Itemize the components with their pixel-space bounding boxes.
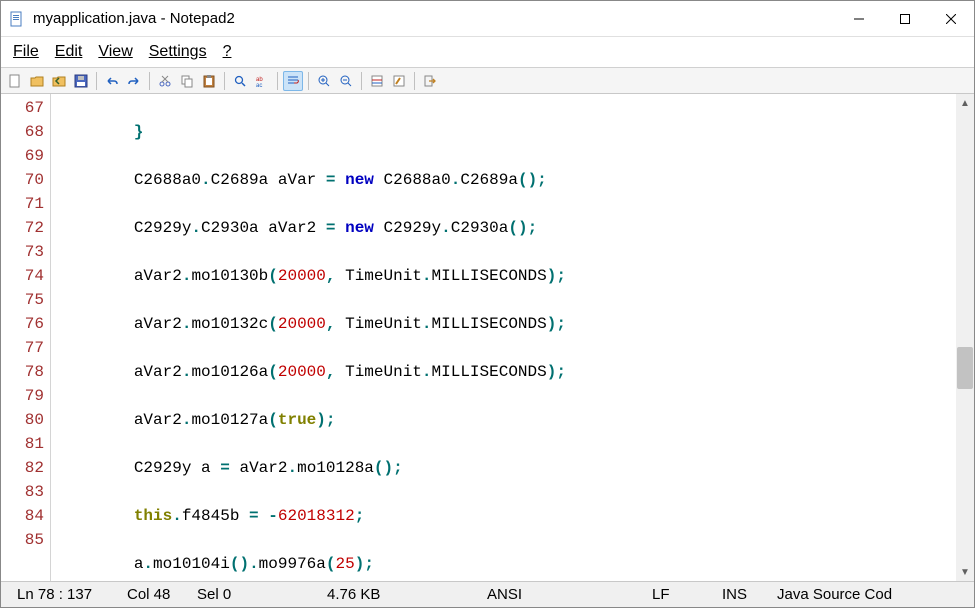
undo-icon[interactable] (102, 71, 122, 91)
toolbar-separator (224, 72, 225, 90)
title-bar: myapplication.java - Notepad2 (1, 1, 974, 37)
window-controls (836, 1, 974, 36)
status-bar: Ln 78 : 137 Col 48 Sel 0 4.76 KB ANSI LF… (1, 581, 974, 607)
line-number: 83 (1, 480, 44, 504)
line-number: 76 (1, 312, 44, 336)
paste-icon[interactable] (199, 71, 219, 91)
close-button[interactable] (928, 1, 974, 36)
zoom-out-icon[interactable] (336, 71, 356, 91)
line-number: 75 (1, 288, 44, 312)
editor[interactable]: 67 68 69 70 71 72 73 74 75 76 77 78 79 8… (1, 94, 974, 581)
redo-icon[interactable] (124, 71, 144, 91)
line-number: 72 (1, 216, 44, 240)
new-file-icon[interactable] (5, 71, 25, 91)
menu-help[interactable]: ? (217, 41, 238, 63)
toolbar-separator (361, 72, 362, 90)
revert-icon[interactable] (49, 71, 69, 91)
app-icon (9, 11, 25, 27)
scroll-up-icon[interactable]: ▲ (956, 94, 974, 112)
svg-text:ac: ac (256, 83, 262, 88)
find-icon[interactable] (230, 71, 250, 91)
zoom-in-icon[interactable] (314, 71, 334, 91)
line-number: 69 (1, 144, 44, 168)
status-size: 4.76 KB (317, 586, 477, 603)
toolbar: abac (1, 68, 974, 94)
replace-icon[interactable]: abac (252, 71, 272, 91)
toolbar-separator (308, 72, 309, 90)
open-file-icon[interactable] (27, 71, 47, 91)
scroll-thumb[interactable] (957, 347, 973, 389)
line-number: 84 (1, 504, 44, 528)
line-number: 77 (1, 336, 44, 360)
menu-settings[interactable]: Settings (143, 41, 213, 63)
line-number: 68 (1, 120, 44, 144)
save-icon[interactable] (71, 71, 91, 91)
status-ins-mode: INS (712, 586, 767, 603)
word-wrap-icon[interactable] (283, 71, 303, 91)
status-encoding: ANSI (477, 586, 642, 603)
line-number: 80 (1, 408, 44, 432)
status-col: Col 48 (117, 586, 187, 603)
toolbar-separator (414, 72, 415, 90)
status-line-ending: LF (642, 586, 712, 603)
line-number: 74 (1, 264, 44, 288)
line-number: 71 (1, 192, 44, 216)
line-number: 78 (1, 360, 44, 384)
menu-file[interactable]: File (7, 41, 45, 63)
toolbar-separator (277, 72, 278, 90)
cut-icon[interactable] (155, 71, 175, 91)
toolbar-separator (149, 72, 150, 90)
line-number: 67 (1, 96, 44, 120)
maximize-button[interactable] (882, 1, 928, 36)
window-title: myapplication.java - Notepad2 (33, 10, 836, 27)
line-number: 73 (1, 240, 44, 264)
line-number: 70 (1, 168, 44, 192)
status-line-col: Ln 78 : 137 (7, 586, 117, 603)
menu-edit[interactable]: Edit (49, 41, 89, 63)
vertical-scrollbar[interactable]: ▲ ▼ (956, 94, 974, 581)
line-number-gutter: 67 68 69 70 71 72 73 74 75 76 77 78 79 8… (1, 94, 51, 581)
minimize-button[interactable] (836, 1, 882, 36)
status-sel: Sel 0 (187, 586, 317, 603)
status-filetype: Java Source Cod (767, 586, 902, 603)
scroll-down-icon[interactable]: ▼ (956, 563, 974, 581)
copy-icon[interactable] (177, 71, 197, 91)
line-number: 81 (1, 432, 44, 456)
exit-icon[interactable] (420, 71, 440, 91)
toolbar-separator (96, 72, 97, 90)
menu-bar: File Edit View Settings ? (1, 37, 974, 68)
line-number: 82 (1, 456, 44, 480)
scheme-icon[interactable] (367, 71, 387, 91)
menu-view[interactable]: View (92, 41, 138, 63)
customize-icon[interactable] (389, 71, 409, 91)
line-number: 85 (1, 528, 44, 552)
scroll-track[interactable] (956, 112, 974, 563)
line-number: 79 (1, 384, 44, 408)
code-area[interactable]: } C2688a0.C2689a aVar = new C2688a0.C268… (51, 94, 956, 581)
